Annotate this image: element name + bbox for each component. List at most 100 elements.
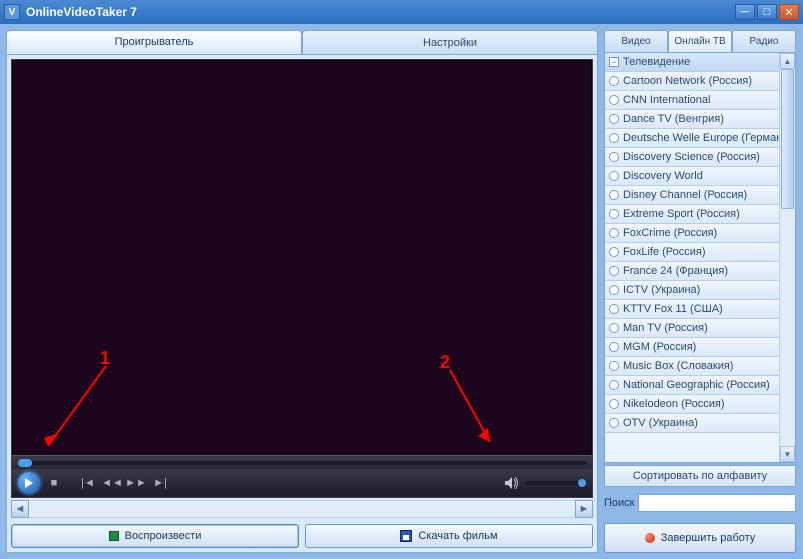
channel-item[interactable]: OTV (Украина): [605, 414, 779, 433]
channel-item[interactable]: Disney Channel (Россия): [605, 186, 779, 205]
channel-item[interactable]: KTTV Fox 11 (США): [605, 300, 779, 319]
channel-name: Disney Channel (Россия): [623, 189, 747, 201]
tab-online-tv[interactable]: Онлайн ТВ: [668, 30, 732, 52]
channel-name: Discovery World: [623, 170, 703, 182]
save-icon: [400, 530, 412, 542]
channel-category-label: Телевидение: [623, 56, 690, 68]
close-button[interactable]: ✕: [779, 4, 799, 20]
play-action-button[interactable]: Воспроизвести: [11, 524, 299, 548]
channel-item[interactable]: Cartoon Network (Россия): [605, 72, 779, 91]
app-icon: V: [4, 4, 20, 20]
radio-icon: [609, 152, 619, 162]
scroll-down-button[interactable]: ▼: [780, 446, 795, 462]
tab-settings[interactable]: Настройки: [302, 30, 598, 54]
channel-name: Discovery Science (Россия): [623, 151, 760, 163]
channel-item[interactable]: Music Box (Словакия): [605, 357, 779, 376]
channel-item[interactable]: Deutsche Welle Europe (Герман: [605, 129, 779, 148]
radio-icon: [609, 95, 619, 105]
radio-icon: [609, 76, 619, 86]
channel-item[interactable]: France 24 (Франция): [605, 262, 779, 281]
channel-category-header[interactable]: −Телевидение: [605, 53, 779, 72]
scroll-right-button[interactable]: ►: [575, 500, 593, 518]
right-tab-strip: Видео Онлайн ТВ Радио: [604, 30, 796, 52]
scroll-up-button[interactable]: ▲: [780, 53, 795, 69]
channel-item[interactable]: MGM (Россия): [605, 338, 779, 357]
channel-item[interactable]: ICTV (Украина): [605, 281, 779, 300]
video-container: 1 2: [11, 59, 593, 498]
channel-item[interactable]: Dance TV (Венгрия): [605, 110, 779, 129]
seek-thumb[interactable]: [18, 459, 32, 467]
channel-name: Extreme Sport (Россия): [623, 208, 740, 220]
rewind-button[interactable]: ◄◄: [102, 473, 122, 493]
download-button[interactable]: Скачать фильм: [305, 524, 593, 548]
radio-icon: [609, 285, 619, 295]
scroll-thumb[interactable]: [781, 69, 794, 209]
channel-name: CNN International: [623, 94, 710, 106]
horizontal-scrollbar[interactable]: ◄ ►: [11, 500, 593, 518]
channel-name: Dance TV (Венгрия): [623, 113, 724, 125]
radio-icon: [609, 342, 619, 352]
channel-name: Man TV (Россия): [623, 322, 708, 334]
radio-icon: [609, 228, 619, 238]
channel-item[interactable]: Discovery World: [605, 167, 779, 186]
titlebar: V OnlineVideoTaker 7 ─ □ ✕: [0, 0, 803, 24]
radio-icon: [609, 361, 619, 371]
channel-name: FoxLife (Россия): [623, 246, 706, 258]
volume-thumb[interactable]: [578, 479, 586, 487]
radio-icon: [609, 209, 619, 219]
channel-item[interactable]: FoxLife (Россия): [605, 243, 779, 262]
radio-icon: [609, 266, 619, 276]
collapse-icon: −: [609, 57, 619, 67]
radio-icon: [609, 304, 619, 314]
radio-icon: [609, 114, 619, 124]
video-surface[interactable]: [13, 61, 591, 496]
tab-player[interactable]: Проигрыватель: [6, 30, 302, 54]
maximize-button[interactable]: □: [757, 4, 777, 20]
radio-icon: [609, 399, 619, 409]
channel-item[interactable]: National Geographic (Россия): [605, 376, 779, 395]
search-label: Поиск: [604, 497, 634, 509]
stop-button[interactable]: ■: [44, 473, 64, 493]
window-title: OnlineVideoTaker 7: [26, 5, 735, 19]
radio-icon: [609, 380, 619, 390]
channel-item[interactable]: Extreme Sport (Россия): [605, 205, 779, 224]
volume-icon[interactable]: [502, 473, 522, 493]
channel-scrollbar[interactable]: ▲ ▼: [779, 53, 795, 462]
tab-video[interactable]: Видео: [604, 30, 668, 52]
volume-slider[interactable]: [526, 481, 586, 485]
channel-item[interactable]: Man TV (Россия): [605, 319, 779, 338]
radio-icon: [609, 418, 619, 428]
player-pane: 1 2: [6, 54, 598, 553]
channel-item[interactable]: Nikelodeon (Россия): [605, 395, 779, 414]
channel-name: Music Box (Словакия): [623, 360, 733, 372]
channel-name: OTV (Украина): [623, 417, 698, 429]
channel-name: Deutsche Welle Europe (Герман: [623, 132, 779, 144]
channel-name: KTTV Fox 11 (США): [623, 303, 723, 315]
play-icon: [109, 531, 119, 541]
tab-radio[interactable]: Радио: [732, 30, 796, 52]
play-button[interactable]: [18, 472, 40, 494]
stop-icon: [645, 533, 655, 543]
channel-name: National Geographic (Россия): [623, 379, 770, 391]
channel-item[interactable]: CNN International: [605, 91, 779, 110]
channel-name: FoxCrime (Россия): [623, 227, 717, 239]
search-input[interactable]: [638, 494, 796, 512]
minimize-button[interactable]: ─: [735, 4, 755, 20]
seek-bar[interactable]: [12, 455, 592, 469]
main-tab-strip: Проигрыватель Настройки: [6, 30, 598, 54]
prev-track-button[interactable]: |◄: [78, 473, 98, 493]
quit-button[interactable]: Завершить работу: [604, 523, 796, 553]
scroll-left-button[interactable]: ◄: [11, 500, 29, 518]
radio-icon: [609, 171, 619, 181]
channel-item[interactable]: Discovery Science (Россия): [605, 148, 779, 167]
radio-icon: [609, 133, 619, 143]
channel-item[interactable]: FoxCrime (Россия): [605, 224, 779, 243]
radio-icon: [609, 190, 619, 200]
quit-label: Завершить работу: [661, 532, 756, 544]
radio-icon: [609, 247, 619, 257]
channel-list: −ТелевидениеCartoon Network (Россия)CNN …: [604, 52, 796, 463]
forward-button[interactable]: ►►: [126, 473, 146, 493]
sort-button[interactable]: Сортировать по алфавиту: [604, 465, 796, 487]
channel-name: France 24 (Франция): [623, 265, 728, 277]
next-track-button[interactable]: ►|: [150, 473, 170, 493]
